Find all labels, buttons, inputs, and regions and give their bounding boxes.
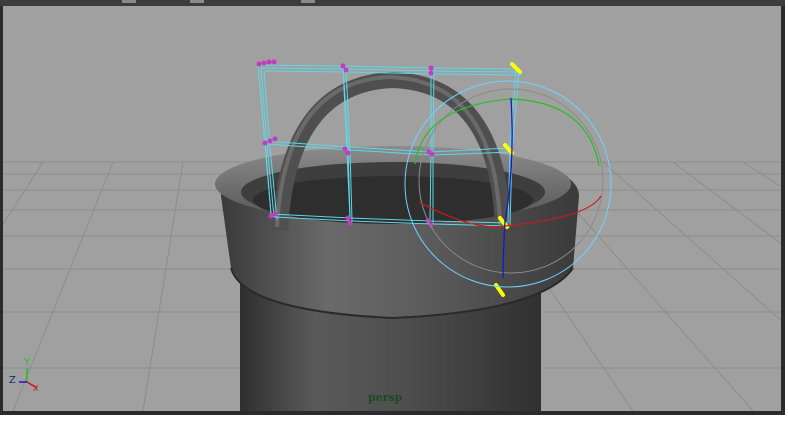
toolbar-tab[interactable] (122, 0, 136, 3)
camera-name-label: persp (368, 391, 403, 404)
axis-label-z: Z (9, 375, 16, 386)
axis-label-y: Y (24, 357, 31, 368)
toolbar-tab[interactable] (301, 0, 315, 3)
scene-canvas[interactable] (3, 6, 781, 411)
view-axis-gizmo: Y Z X (7, 357, 41, 394)
toolbar-tab[interactable] (190, 0, 204, 3)
perspective-viewport[interactable]: Y Z X persp (3, 6, 781, 411)
viewport-panel-frame: Y Z X persp (0, 0, 785, 415)
axis-label-x: X (33, 384, 39, 393)
bucket-model[interactable] (215, 71, 579, 411)
